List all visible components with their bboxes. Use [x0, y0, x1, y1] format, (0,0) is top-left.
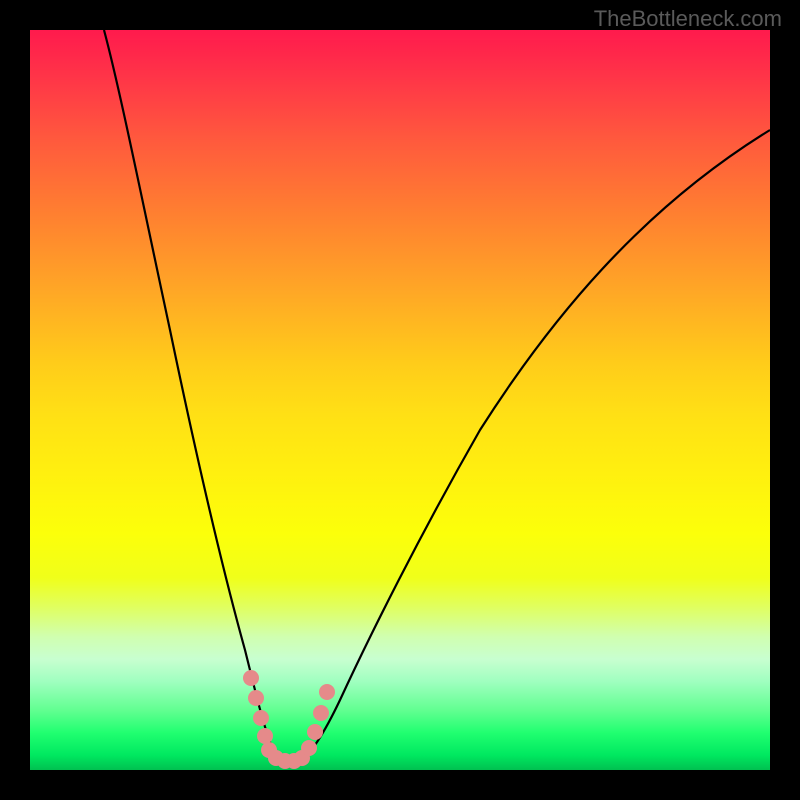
chart-background: [30, 30, 770, 770]
minimum-markers: [243, 670, 335, 769]
chart-svg: [30, 30, 770, 770]
frame-right: [770, 0, 800, 800]
frame-left: [0, 0, 30, 800]
bottleneck-curve: [104, 30, 770, 761]
watermark-text: TheBottleneck.com: [594, 6, 782, 32]
frame-bottom: [30, 770, 770, 800]
